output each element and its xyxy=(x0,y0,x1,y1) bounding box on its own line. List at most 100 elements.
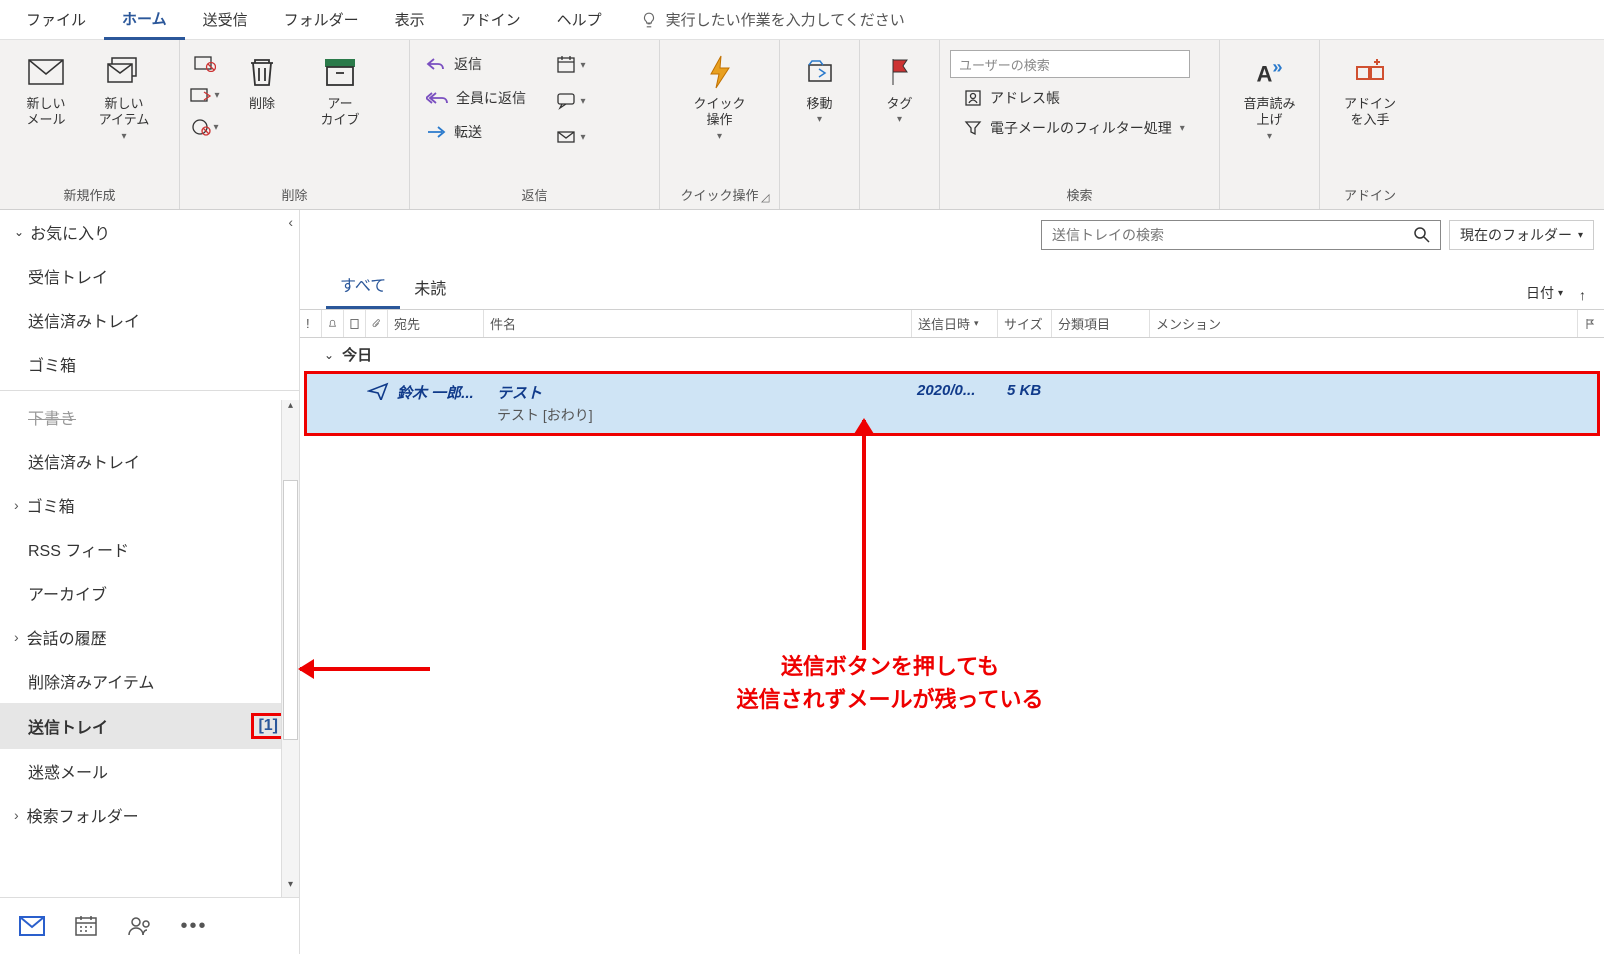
folder-pane: ‹ ⌄ お気に入り 受信トレイ 送信済みトレイ ゴミ箱 下書き 送信済みトレイ … xyxy=(0,210,300,954)
ribbon-group-search-label: 検索 xyxy=(950,182,1209,207)
reply-button[interactable]: 返信 xyxy=(420,50,550,78)
reply-label: 返信 xyxy=(454,54,482,74)
archive-icon xyxy=(323,57,357,87)
paperclip-icon xyxy=(372,318,381,330)
menu-tab-home[interactable]: ホーム xyxy=(104,0,185,40)
folder-rss[interactable]: RSS フィード xyxy=(0,527,299,571)
im-reply-button[interactable]: ▾ xyxy=(556,88,586,114)
menu-tab-sendreceive[interactable]: 送受信 xyxy=(185,1,266,38)
search-scope-dropdown[interactable]: 現在のフォルダー ▾ xyxy=(1449,220,1594,250)
col-size[interactable]: サイズ xyxy=(998,310,1052,337)
archive-button[interactable]: アー カイブ xyxy=(304,46,376,135)
filter-all-tab[interactable]: すべて xyxy=(326,266,400,309)
chevron-down-icon: ▾ xyxy=(1578,230,1583,241)
people-view-button[interactable] xyxy=(126,912,154,940)
tell-me-label: 実行したい作業を入力してください xyxy=(666,9,905,30)
col-flag[interactable] xyxy=(1578,310,1604,337)
quick-steps-launcher[interactable]: ◿ xyxy=(761,191,775,205)
filter-email-button[interactable]: 電子メールのフィルター処理 ▾ xyxy=(950,118,1190,138)
reply-all-label: 全員に返信 xyxy=(456,88,526,108)
cleanup-button[interactable]: ▾ xyxy=(190,82,220,108)
folder-deleted[interactable]: 削除済みアイテム xyxy=(0,659,299,703)
reply-icon xyxy=(426,56,446,72)
msg-subject: テスト xyxy=(497,382,917,403)
calendar-view-button[interactable] xyxy=(72,912,100,940)
address-book-label: アドレス帳 xyxy=(990,88,1060,108)
quick-steps-button[interactable]: クイック 操作 ▾ xyxy=(684,46,756,148)
folder-search-input[interactable] xyxy=(1042,227,1404,243)
menu-tab-file[interactable]: ファイル xyxy=(8,1,104,38)
fav-inbox[interactable]: 受信トレイ xyxy=(0,254,299,298)
filter-unread-tab[interactable]: 未読 xyxy=(400,269,460,309)
user-search-input[interactable]: ユーザーの検索 xyxy=(950,50,1190,78)
folder-drafts[interactable]: 下書き xyxy=(0,395,299,439)
col-to[interactable]: 宛先 xyxy=(388,310,484,337)
fav-sent[interactable]: 送信済みトレイ xyxy=(0,298,299,342)
folder-conversation[interactable]: 会話の履歴 xyxy=(0,615,299,659)
move-label: 移動 xyxy=(806,96,832,112)
chat-icon xyxy=(556,92,578,110)
filter-email-label: 電子メールのフィルター処理 xyxy=(990,118,1172,138)
fav-trash[interactable]: ゴミ箱 xyxy=(0,342,299,386)
col-importance[interactable]: ! xyxy=(300,310,322,337)
tag-label: タグ xyxy=(886,96,912,112)
tag-button[interactable]: タグ ▾ xyxy=(870,46,929,131)
page-icon xyxy=(350,318,359,330)
folder-archive[interactable]: アーカイブ xyxy=(0,571,299,615)
search-submit-button[interactable] xyxy=(1404,226,1440,244)
get-addins-button[interactable]: アドイン を入手 xyxy=(1330,46,1410,135)
scroll-up-icon[interactable]: ▴ xyxy=(282,400,299,418)
outbox-count-badge: [1] xyxy=(251,713,285,739)
mail-view-button[interactable] xyxy=(18,912,46,940)
menu-tab-help[interactable]: ヘルプ xyxy=(539,1,620,38)
menu-tab-view[interactable]: 表示 xyxy=(377,1,443,38)
col-subject[interactable]: 件名 xyxy=(484,310,912,337)
col-sent[interactable]: 送信日時▾ xyxy=(912,310,998,337)
nav-scrollbar[interactable]: ▴ ▾ xyxy=(281,400,299,897)
reply-all-button[interactable]: 全員に返信 xyxy=(420,84,550,112)
msg-date: 2020/0... xyxy=(917,382,1007,425)
annotation-arrow-vertical xyxy=(862,420,866,650)
tell-me-search[interactable]: 実行したい作業を入力してください xyxy=(640,9,905,30)
folder-sent[interactable]: 送信済みトレイ xyxy=(0,439,299,483)
menu-tab-folder[interactable]: フォルダー xyxy=(266,1,377,38)
meeting-reply-button[interactable]: ▾ xyxy=(556,52,586,78)
ellipsis-icon: ••• xyxy=(180,915,207,938)
col-attachment[interactable] xyxy=(366,310,388,337)
col-category[interactable]: 分類項目 xyxy=(1052,310,1150,337)
col-icon[interactable] xyxy=(344,310,366,337)
read-aloud-button[interactable]: A» 音声読み 上げ ▾ xyxy=(1230,46,1309,148)
folder-outbox[interactable]: 送信トレイ [1] xyxy=(0,703,299,749)
menu-tab-addin[interactable]: アドイン xyxy=(443,1,539,38)
folder-search-box[interactable] xyxy=(1041,220,1441,250)
ignore-button[interactable] xyxy=(190,50,220,76)
funnel-icon xyxy=(964,119,982,137)
new-mail-button[interactable]: 新しい メール xyxy=(10,46,82,135)
folder-trash[interactable]: ゴミ箱 xyxy=(0,483,299,527)
delete-button[interactable]: 削除 xyxy=(226,46,298,118)
ribbon: 新しい メール 新しい アイテム ▾ 新規作成 ▾ ▾ 削除 アー カイ xyxy=(0,40,1604,210)
ribbon-group-tag-label xyxy=(870,186,929,207)
new-item-button[interactable]: 新しい アイテム ▾ xyxy=(88,46,160,148)
addin-icon xyxy=(1354,57,1386,87)
sort-by-dropdown[interactable]: 日付 ▾ xyxy=(1518,277,1571,309)
scroll-thumb[interactable] xyxy=(283,480,298,740)
nav-more-button[interactable]: ••• xyxy=(180,912,208,940)
address-book-button[interactable]: アドレス帳 xyxy=(950,88,1190,108)
sort-direction-button[interactable]: ↑ xyxy=(1571,281,1594,309)
date-group-today[interactable]: ⌄ 今日 xyxy=(300,338,1604,371)
forward-button[interactable]: 転送 xyxy=(420,118,550,146)
move-button[interactable]: 移動 ▾ xyxy=(790,46,849,131)
more-reply-icon xyxy=(556,128,578,146)
folder-search-folders[interactable]: 検索フォルダー xyxy=(0,793,299,837)
lightning-icon xyxy=(707,54,733,90)
scroll-down-icon[interactable]: ▾ xyxy=(282,879,299,897)
favorites-header[interactable]: ⌄ お気に入り xyxy=(0,210,299,254)
junk-button[interactable]: ▾ xyxy=(190,114,220,140)
folder-junk[interactable]: 迷惑メール xyxy=(0,749,299,793)
col-reminder[interactable] xyxy=(322,310,344,337)
message-row[interactable]: 鈴木 一郎... テスト テスト [おわり] 2020/0... 5 KB xyxy=(304,371,1600,436)
more-reply-button[interactable]: ▾ xyxy=(556,124,586,150)
ignore-icon xyxy=(194,54,216,72)
col-mention[interactable]: メンション xyxy=(1150,310,1578,337)
